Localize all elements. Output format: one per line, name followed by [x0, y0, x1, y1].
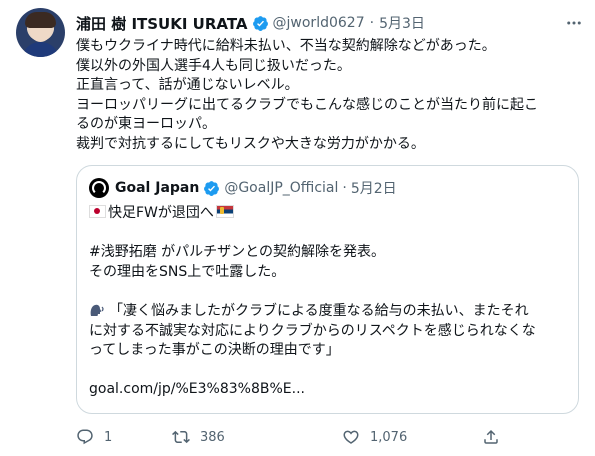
- tweet-text-line: 僕もウクライナ時代に給料未払い、不当な契約解除などがあった。: [76, 38, 496, 54]
- tweet-header: 浦田 樹 ITSUKI URATA @jworld0627 · 5月3日: [76, 12, 595, 34]
- quote-author-name[interactable]: Goal Japan: [115, 180, 199, 196]
- serbia-flag-icon: [215, 205, 234, 218]
- quote-line: に対する不誠実な対応によりクラブからのリスペクトを感じられなくな: [89, 322, 536, 339]
- reply-icon: [77, 429, 93, 445]
- tweet-text-line: ヨーロッパリーグに出てるクラブでもこんな感じのことが当たり前に起こ: [76, 96, 538, 113]
- tweet-actions: 1 386 1,076: [76, 425, 591, 449]
- quote-line: その理由をSNS上で吐露した。: [89, 263, 286, 280]
- quote-statement: 「凄く悩みましたがクラブによる度重なる給与の未払い、またそれ: [109, 302, 529, 319]
- hashtag-line[interactable]: #浅野拓磨 がパルチザンとの契約解除を発表。: [89, 244, 385, 260]
- author-handle[interactable]: @jworld0627: [273, 15, 365, 31]
- share-icon: [484, 429, 498, 444]
- quote-author-handle[interactable]: @GoalJP_Official: [224, 180, 338, 196]
- quote-line: ってしまった事がこの決断の理由です」: [89, 342, 340, 359]
- japan-flag-icon: [89, 205, 106, 218]
- quote-header: Goal Japan @GoalJP_Official · 5月2日: [89, 178, 397, 198]
- verified-badge-icon: [204, 180, 220, 196]
- quote-line: 「凄く悩みましたがクラブによる度重なる給与の未払い、またそれ: [89, 302, 569, 322]
- tweet-text-line: 僕以外の外国人選手4人も同じ扱いだった。: [76, 57, 351, 74]
- tweet-text-line: 裁判で対抗するにしてもリスクや大きな労力がかかる。: [76, 135, 425, 152]
- tweet-text-line: るのが東ヨーロッパ。: [76, 116, 216, 133]
- quote-date[interactable]: 5月2日: [351, 178, 397, 198]
- reply-button[interactable]: 1: [76, 425, 112, 449]
- quote-headline: 快足FWが退団へ: [108, 205, 214, 221]
- quote-line: 快足FWが退団へ: [89, 204, 569, 224]
- share-button[interactable]: [482, 425, 510, 449]
- like-icon: [343, 430, 359, 444]
- speaking-head-icon: [90, 304, 104, 316]
- tweet-date[interactable]: 5月3日: [379, 13, 425, 33]
- quote-link[interactable]: goal.com/jp/%E3%83%8B%E...: [89, 380, 569, 400]
- author-avatar[interactable]: [16, 8, 65, 57]
- quote-line: #浅野拓磨 がパルチザンとの契約解除を発表。: [89, 243, 569, 263]
- author-name[interactable]: 浦田 樹 ITSUKI URATA: [76, 13, 248, 34]
- verified-badge-icon: [252, 15, 268, 31]
- tweet-text-line: 正直言って、話が通じないレベル。: [76, 77, 299, 94]
- retweet-icon: [172, 430, 190, 444]
- like-button[interactable]: 1,076: [342, 425, 407, 449]
- quoted-tweet[interactable]: Goal Japan @GoalJP_Official · 5月2日 快足FWが…: [76, 165, 579, 414]
- quote-avatar[interactable]: [89, 178, 109, 198]
- retweet-button[interactable]: 386: [172, 425, 225, 449]
- separator-dot: ·: [342, 180, 347, 196]
- like-count: 1,076: [370, 429, 408, 445]
- separator-dot: ·: [369, 15, 375, 31]
- retweet-count: 386: [200, 429, 225, 445]
- quote-text: 快足FWが退団へ #浅野拓磨 がパルチザンとの契約解除を発表。 その理由をSNS…: [89, 204, 569, 400]
- tweet-text: 僕もウクライナ時代に給料未払い、不当な契約解除などがあった。 僕以外の外国人選手…: [76, 37, 591, 155]
- reply-count: 1: [104, 429, 113, 445]
- more-icon[interactable]: [563, 12, 585, 34]
